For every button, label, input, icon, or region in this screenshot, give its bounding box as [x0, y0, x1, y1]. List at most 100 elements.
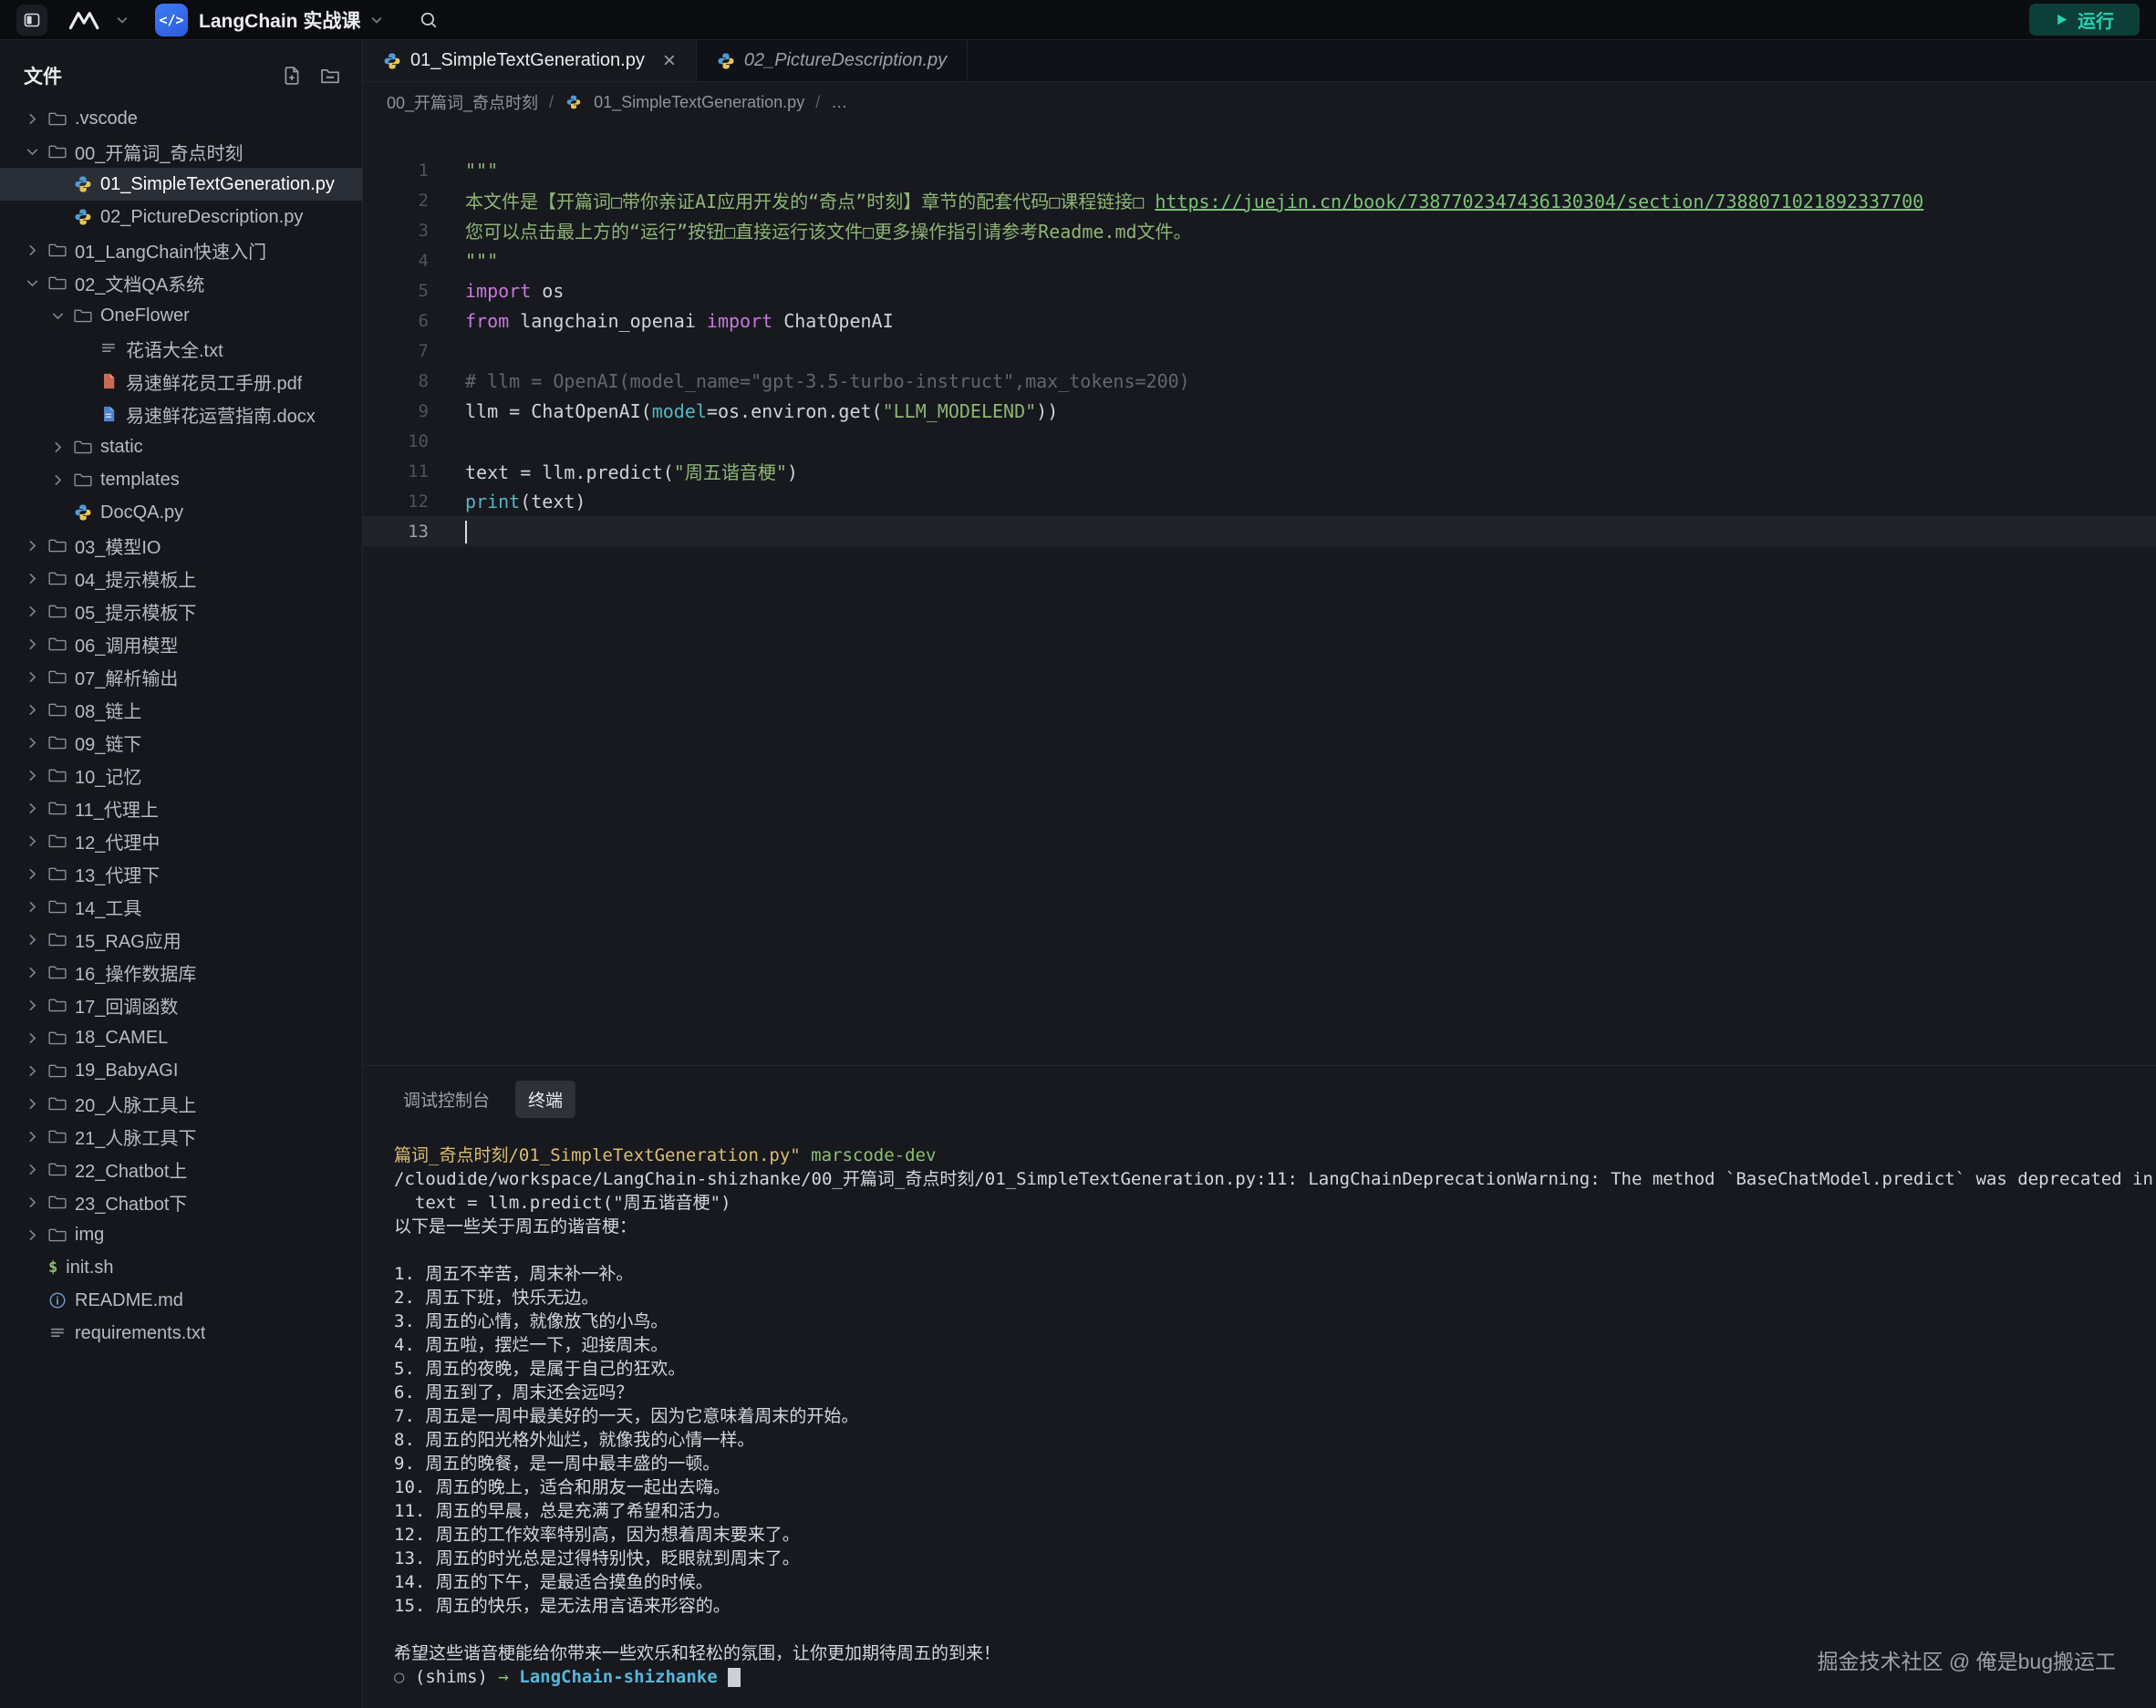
chevron-collapsed-icon[interactable] — [24, 573, 40, 585]
tree-item[interactable]: 05_提示模板下 — [0, 595, 362, 627]
chevron-collapsed-icon[interactable] — [24, 1065, 40, 1077]
chevron-collapsed-icon[interactable] — [24, 868, 40, 880]
new-file-icon[interactable] — [282, 66, 302, 86]
tree-item[interactable]: 01_LangChain快速入门 — [0, 233, 362, 266]
tree-item[interactable]: 13_代理下 — [0, 857, 362, 890]
breadcrumb-folder[interactable]: 00_开篇词_奇点时刻 — [387, 90, 538, 114]
collapse-folders-icon[interactable] — [320, 66, 340, 86]
chevron-collapsed-icon[interactable] — [24, 606, 40, 617]
tree-item[interactable]: 04_提示模板上 — [0, 562, 362, 595]
tree-item[interactable]: 02_PictureDescription.py — [0, 201, 362, 233]
editor-tab[interactable]: 02_PictureDescription.py — [697, 40, 968, 81]
chevron-collapsed-icon[interactable] — [24, 638, 40, 650]
code-line[interactable]: 13 — [363, 516, 2156, 546]
tree-item[interactable]: 23_Chatbot下 — [0, 1185, 362, 1218]
tree-item[interactable]: 07_解析输出 — [0, 660, 362, 693]
chevron-collapsed-icon[interactable] — [24, 770, 40, 782]
code-text: 您可以点击最上方的“运行”按钮□直接运行该文件□更多操作指引请参考Readme.… — [465, 217, 1192, 243]
code-editor[interactable]: 1"""2本文件是【开篇词□带你亲证AI应用开发的“奇点”时刻】章节的配套代码□… — [363, 122, 2156, 1065]
tree-item[interactable]: 12_代理中 — [0, 824, 362, 857]
chevron-collapsed-icon[interactable] — [49, 441, 66, 453]
chevron-collapsed-icon[interactable] — [24, 1032, 40, 1044]
tree-item[interactable]: 03_模型IO — [0, 529, 362, 562]
tree-item[interactable]: $init.sh — [0, 1251, 362, 1284]
chevron-collapsed-icon[interactable] — [24, 835, 40, 847]
tab-debug-console[interactable]: 调试控制台 — [390, 1081, 503, 1118]
tree-item[interactable]: static — [0, 430, 362, 463]
project-switcher[interactable]: </> LangChain 实战课 — [155, 4, 382, 36]
chevron-collapsed-icon[interactable] — [24, 1164, 40, 1175]
tree-item[interactable]: 08_链上 — [0, 693, 362, 726]
tree-item[interactable]: 14_工具 — [0, 890, 362, 923]
terminal-output[interactable]: 篇词_奇点时刻/01_SimpleTextGeneration.py" mars… — [363, 1127, 2156, 1708]
code-line[interactable]: 2本文件是【开篇词□带你亲证AI应用开发的“奇点”时刻】章节的配套代码□课程链接… — [363, 185, 2156, 215]
chevron-collapsed-icon[interactable] — [24, 737, 40, 749]
code-line[interactable]: 12print(text) — [363, 486, 2156, 516]
close-icon[interactable]: × — [663, 50, 676, 72]
tree-item[interactable]: 01_SimpleTextGeneration.py — [0, 168, 362, 201]
tree-item[interactable]: requirements.txt — [0, 1317, 362, 1350]
tree-item[interactable]: 09_链下 — [0, 726, 362, 759]
tree-item[interactable]: 花语大全.txt — [0, 332, 362, 365]
tree-item[interactable]: OneFlower — [0, 299, 362, 332]
search-icon[interactable] — [419, 10, 439, 30]
chevron-collapsed-icon[interactable] — [24, 1098, 40, 1110]
tree-item[interactable]: 16_操作数据库 — [0, 956, 362, 989]
code-line[interactable]: 6from langchain_openai import ChatOpenAI — [363, 305, 2156, 336]
tree-item[interactable]: 21_人脉工具下 — [0, 1120, 362, 1153]
breadcrumb-file[interactable]: 01_SimpleTextGeneration.py — [594, 93, 804, 112]
chevron-collapsed-icon[interactable] — [24, 1229, 40, 1241]
chevron-collapsed-icon[interactable] — [24, 113, 40, 125]
tree-item[interactable]: 11_代理上 — [0, 792, 362, 824]
chevron-collapsed-icon[interactable] — [24, 540, 40, 552]
code-line[interactable]: 5import os — [363, 275, 2156, 305]
code-line[interactable]: 9llm = ChatOpenAI(model=os.environ.get("… — [363, 396, 2156, 426]
tree-item[interactable]: 02_文档QA系统 — [0, 266, 362, 299]
terminal-cursor — [728, 1668, 741, 1687]
code-line[interactable]: 8# llm = OpenAI(model_name="gpt-3.5-turb… — [363, 366, 2156, 396]
terminal-token: 5. 周五的夜晚，是属于自己的狂欢。 — [394, 1359, 685, 1379]
chevron-collapsed-icon[interactable] — [49, 474, 66, 486]
tree-item[interactable]: .vscode — [0, 102, 362, 135]
tree-item[interactable]: 20_人脉工具上 — [0, 1087, 362, 1120]
tree-item[interactable]: 易速鲜花运营指南.docx — [0, 398, 362, 430]
chevron-collapsed-icon[interactable] — [24, 934, 40, 946]
code-line[interactable]: 3您可以点击最上方的“运行”按钮□直接运行该文件□更多操作指引请参考Readme… — [363, 215, 2156, 245]
chevron-collapsed-icon[interactable] — [24, 901, 40, 913]
chevron-collapsed-icon[interactable] — [24, 999, 40, 1011]
run-button[interactable]: 运行 — [2029, 4, 2140, 36]
code-line[interactable]: 10 — [363, 426, 2156, 456]
chevron-collapsed-icon[interactable] — [24, 967, 40, 978]
chevron-collapsed-icon[interactable] — [24, 1196, 40, 1208]
sidebar-toggle-icon[interactable] — [16, 5, 47, 36]
tree-item[interactable]: 00_开篇词_奇点时刻 — [0, 135, 362, 168]
tree-item[interactable]: 17_回调函数 — [0, 989, 362, 1021]
tree-item[interactable]: img — [0, 1218, 362, 1251]
breadcrumb-more[interactable]: … — [831, 93, 847, 112]
chevron-collapsed-icon[interactable] — [24, 704, 40, 716]
chevron-collapsed-icon[interactable] — [24, 802, 40, 814]
code-line[interactable]: 7 — [363, 336, 2156, 366]
tab-terminal[interactable]: 终端 — [515, 1081, 575, 1118]
editor-tab[interactable]: 01_SimpleTextGeneration.py× — [363, 40, 697, 81]
chevron-expanded-icon[interactable] — [24, 146, 40, 158]
tree-item[interactable]: 19_BabyAGI — [0, 1054, 362, 1087]
tree-item[interactable]: 15_RAG应用 — [0, 923, 362, 956]
tree-item[interactable]: templates — [0, 463, 362, 496]
code-line[interactable]: 1""" — [363, 155, 2156, 185]
chevron-collapsed-icon[interactable] — [24, 244, 40, 256]
chevron-expanded-icon[interactable] — [49, 310, 66, 322]
chevron-collapsed-icon[interactable] — [24, 671, 40, 683]
tree-item[interactable]: 22_Chatbot上 — [0, 1153, 362, 1185]
tree-item[interactable]: 易速鲜花员工手册.pdf — [0, 365, 362, 398]
code-line[interactable]: 11text = llm.predict("周五谐音梗") — [363, 456, 2156, 486]
code-line[interactable]: 4""" — [363, 245, 2156, 275]
chevron-expanded-icon[interactable] — [24, 277, 40, 289]
tree-item[interactable]: 18_CAMEL — [0, 1021, 362, 1054]
marscode-logo[interactable] — [67, 10, 128, 30]
tree-item[interactable]: 06_调用模型 — [0, 627, 362, 660]
tree-item[interactable]: README.md — [0, 1284, 362, 1317]
tree-item[interactable]: 10_记忆 — [0, 759, 362, 792]
chevron-collapsed-icon[interactable] — [24, 1131, 40, 1143]
tree-item[interactable]: DocQA.py — [0, 496, 362, 529]
